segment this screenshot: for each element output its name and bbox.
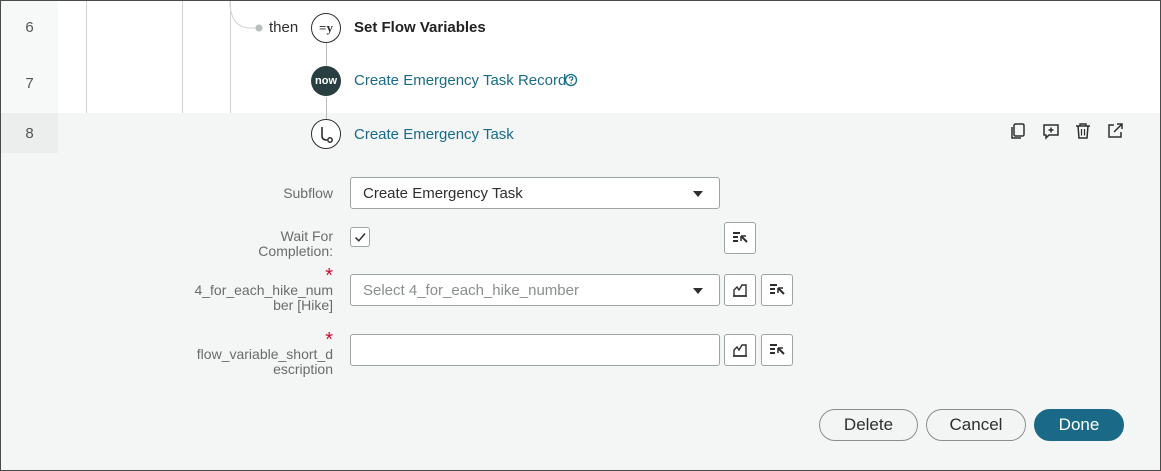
required-marker: * — [325, 329, 333, 351]
row-number-6: 6 — [1, 1, 58, 53]
help-icon[interactable] — [561, 70, 581, 90]
chevron-down-icon — [693, 288, 703, 294]
data-pill-picker-button[interactable] — [761, 334, 793, 366]
script-toggle-button[interactable] — [724, 334, 756, 366]
hike-number-label: * 4_for_each_hike_num ber [Hike] — [194, 265, 333, 313]
tree-guide-line — [86, 1, 87, 113]
row-number-7: 7 — [1, 53, 58, 113]
copy-icon[interactable] — [1008, 121, 1028, 141]
hike-label-line-2: ber [Hike] — [273, 297, 333, 313]
script-icon — [733, 284, 747, 297]
wait-label-line-1: Wait For — [280, 228, 333, 244]
gutter-spacer — [1, 153, 58, 470]
wait-for-completion-checkbox[interactable] — [350, 227, 370, 247]
chevron-down-icon — [693, 191, 703, 197]
now-logo-icon: now — [311, 66, 341, 96]
data-pill-picker-icon — [770, 284, 785, 295]
subflow-label: Subflow — [283, 185, 333, 201]
flow-designer-panel: 6 7 8 then =y Set Flow Variables now Cre… — [0, 0, 1161, 471]
open-external-icon[interactable] — [1105, 121, 1125, 141]
hike-number-placeholder: Select 4_for_each_hike_number — [363, 281, 579, 299]
wait-for-completion-label: Wait For Completion: — [258, 229, 333, 259]
delete-icon[interactable] — [1073, 121, 1093, 141]
tree-guide-line — [182, 1, 183, 113]
subflow-select[interactable]: Create Emergency Task — [350, 177, 720, 209]
done-button[interactable]: Done — [1034, 409, 1124, 441]
script-icon — [733, 344, 747, 357]
hike-number-select[interactable]: Select 4_for_each_hike_number — [350, 274, 720, 306]
branch-curve — [229, 1, 263, 32]
subflow-select-value: Create Emergency Task — [363, 184, 523, 202]
cancel-button[interactable]: Cancel — [926, 409, 1026, 441]
short-desc-label-line-2: escription — [273, 361, 333, 377]
data-pill-picker-icon — [733, 232, 748, 243]
step-set-flow-variables[interactable]: Set Flow Variables — [354, 19, 486, 36]
wait-label-line-2: Completion: — [258, 243, 333, 259]
data-pill-picker-icon — [770, 344, 785, 355]
short-description-input[interactable] — [350, 334, 720, 366]
set-variable-icon: =y — [311, 13, 341, 43]
delete-button[interactable]: Delete — [819, 409, 918, 441]
script-toggle-button[interactable] — [724, 274, 756, 306]
subflow-icon — [311, 119, 341, 149]
row-number-8: 8 — [1, 113, 58, 153]
step-create-emergency-task-record[interactable]: Create Emergency Task Record — [354, 72, 566, 89]
checkmark-icon — [354, 233, 366, 242]
required-marker: * — [325, 265, 333, 287]
data-pill-picker-button[interactable] — [724, 222, 756, 254]
short-description-label: * flow_variable_short_d escription — [196, 329, 333, 377]
step-connector — [326, 97, 327, 119]
data-pill-picker-button[interactable] — [761, 274, 793, 306]
then-connector-label: then — [269, 19, 299, 36]
step-create-emergency-task[interactable]: Create Emergency Task — [354, 126, 514, 143]
hike-label-line-1: 4_for_each_hike_num — [194, 282, 333, 298]
short-desc-label-line-1: flow_variable_short_d — [196, 346, 333, 362]
add-comment-icon[interactable] — [1041, 121, 1061, 141]
